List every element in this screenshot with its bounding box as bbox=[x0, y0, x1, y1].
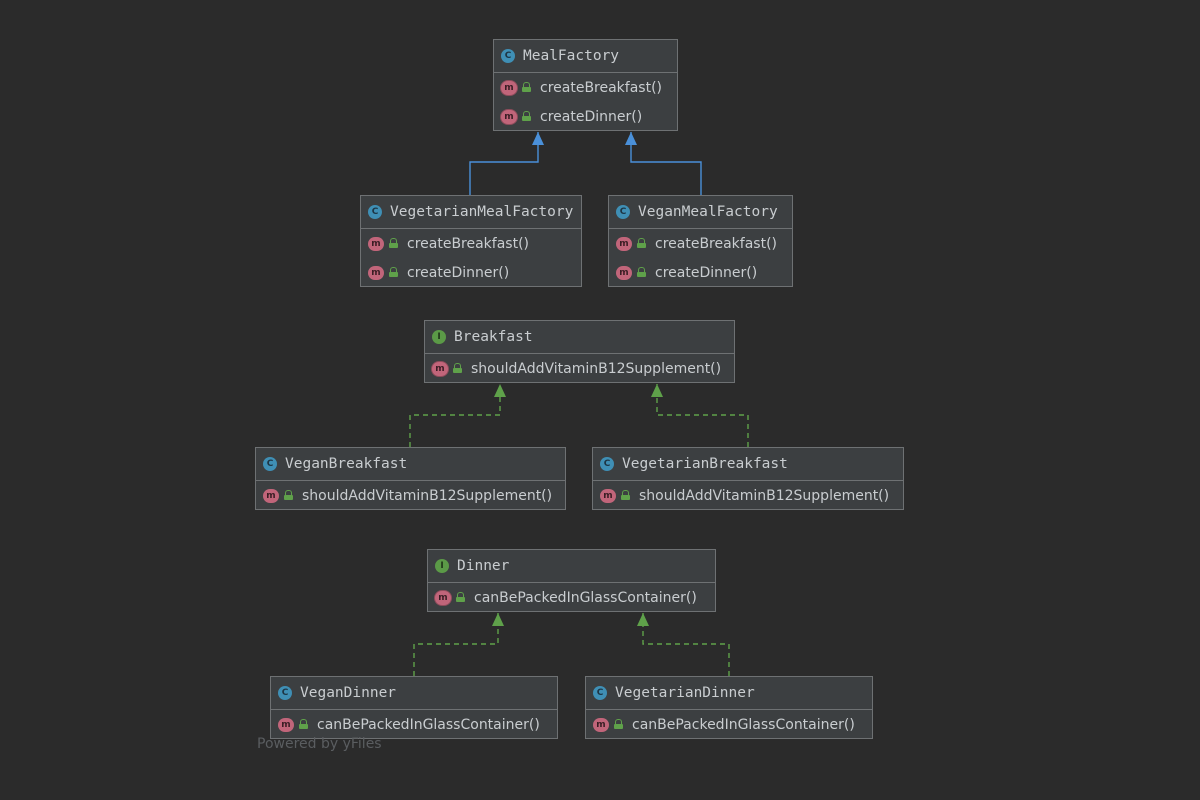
method-name: shouldAddVitaminB12Supplement() bbox=[471, 360, 722, 377]
class-icon: C bbox=[593, 686, 607, 700]
method-row[interactable]: m createBreakfast() bbox=[361, 229, 581, 258]
class-node-vegan-dinner[interactable]: C VeganDinner m canBePackedInGlassContai… bbox=[270, 676, 558, 739]
public-visibility-icon bbox=[522, 110, 531, 121]
class-icon: C bbox=[600, 457, 614, 471]
interface-name: Breakfast bbox=[454, 329, 533, 345]
method-row[interactable]: m createDinner() bbox=[361, 258, 581, 287]
class-node-vegetarian-breakfast[interactable]: C VegetarianBreakfast m shouldAddVitamin… bbox=[592, 447, 904, 510]
node-header: I Dinner bbox=[428, 550, 715, 583]
class-name: VegetarianMealFactory bbox=[390, 204, 574, 220]
class-name: VegetarianBreakfast bbox=[622, 456, 788, 472]
implements-edge-line bbox=[642, 613, 730, 676]
implements-arrowhead bbox=[492, 613, 504, 626]
node-header: C MealFactory bbox=[494, 40, 677, 73]
class-name: VegetarianDinner bbox=[615, 685, 755, 701]
method-row[interactable]: m shouldAddVitaminB12Supplement() bbox=[425, 354, 734, 383]
public-visibility-icon bbox=[389, 266, 398, 277]
public-visibility-icon bbox=[389, 237, 398, 248]
class-name: VeganMealFactory bbox=[638, 204, 778, 220]
method-row[interactable]: m canBePackedInGlassContainer() bbox=[428, 583, 715, 612]
method-row[interactable]: m shouldAddVitaminB12Supplement() bbox=[593, 481, 903, 510]
class-icon: C bbox=[368, 205, 382, 219]
class-icon: C bbox=[263, 457, 277, 471]
method-row[interactable]: m canBePackedInGlassContainer() bbox=[586, 710, 872, 739]
method-name: createBreakfast() bbox=[540, 79, 663, 96]
extends-arrowhead bbox=[625, 132, 637, 145]
method-name: canBePackedInGlassContainer() bbox=[317, 716, 540, 733]
extends-edge-line bbox=[469, 132, 539, 195]
implements-arrowhead bbox=[637, 613, 649, 626]
class-node-vegan-breakfast[interactable]: C VeganBreakfast m shouldAddVitaminB12Su… bbox=[255, 447, 566, 510]
method-row[interactable]: m createBreakfast() bbox=[494, 73, 677, 102]
public-visibility-icon bbox=[621, 489, 630, 500]
class-node-vegetarian-meal-factory[interactable]: C VegetarianMealFactory m createBreakfas… bbox=[360, 195, 582, 287]
public-visibility-icon bbox=[453, 362, 462, 373]
method-icon: m bbox=[278, 717, 294, 732]
public-visibility-icon bbox=[522, 81, 531, 92]
public-visibility-icon bbox=[614, 718, 623, 729]
method-icon: m bbox=[593, 717, 609, 732]
method-icon: m bbox=[616, 265, 632, 280]
class-node-vegan-meal-factory[interactable]: C VeganMealFactory m createBreakfast() m… bbox=[608, 195, 793, 287]
method-name: createBreakfast() bbox=[407, 235, 530, 252]
node-header: C VegetarianBreakfast bbox=[593, 448, 903, 481]
method-icon: m bbox=[616, 236, 632, 251]
interface-icon: I bbox=[432, 330, 446, 344]
abstract-method-icon: m bbox=[435, 590, 451, 605]
implements-edge-line bbox=[409, 384, 501, 447]
interface-icon: I bbox=[435, 559, 449, 573]
extends-arrowhead bbox=[532, 132, 544, 145]
class-name: MealFactory bbox=[523, 48, 620, 64]
public-visibility-icon bbox=[299, 718, 308, 729]
method-row[interactable]: m createDinner() bbox=[494, 102, 677, 131]
yfiles-watermark: Powered by yFiles bbox=[257, 736, 382, 752]
method-name: createDinner() bbox=[540, 108, 643, 125]
method-row[interactable]: m createDinner() bbox=[609, 258, 792, 287]
class-node-meal-factory[interactable]: C MealFactory m createBreakfast() m crea… bbox=[493, 39, 678, 131]
implements-arrowhead bbox=[494, 384, 506, 397]
method-row[interactable]: m shouldAddVitaminB12Supplement() bbox=[256, 481, 565, 510]
abstract-method-icon: m bbox=[501, 109, 517, 124]
method-icon: m bbox=[368, 236, 384, 251]
implements-arrowhead bbox=[651, 384, 663, 397]
class-name: VeganBreakfast bbox=[285, 456, 408, 472]
abstract-method-icon: m bbox=[432, 361, 448, 376]
node-header: C VeganMealFactory bbox=[609, 196, 792, 229]
method-name: createDinner() bbox=[407, 264, 510, 281]
method-name: shouldAddVitaminB12Supplement() bbox=[302, 487, 553, 504]
public-visibility-icon bbox=[637, 237, 646, 248]
method-name: shouldAddVitaminB12Supplement() bbox=[639, 487, 890, 504]
extends-edge-line bbox=[630, 132, 702, 195]
class-icon: C bbox=[501, 49, 515, 63]
public-visibility-icon bbox=[284, 489, 293, 500]
class-icon: C bbox=[616, 205, 630, 219]
method-name: createBreakfast() bbox=[655, 235, 778, 252]
interface-name: Dinner bbox=[457, 558, 510, 574]
abstract-method-icon: m bbox=[501, 80, 517, 95]
interface-node-breakfast[interactable]: I Breakfast m shouldAddVitaminB12Supplem… bbox=[424, 320, 735, 383]
implements-edge-line bbox=[656, 384, 749, 447]
method-name: canBePackedInGlassContainer() bbox=[474, 589, 697, 606]
method-icon: m bbox=[368, 265, 384, 280]
interface-node-dinner[interactable]: I Dinner m canBePackedInGlassContainer() bbox=[427, 549, 716, 612]
method-row[interactable]: m canBePackedInGlassContainer() bbox=[271, 710, 557, 739]
public-visibility-icon bbox=[637, 266, 646, 277]
method-icon: m bbox=[600, 488, 616, 503]
node-header: C VegetarianDinner bbox=[586, 677, 872, 710]
node-header: C VegetarianMealFactory bbox=[361, 196, 581, 229]
node-header: I Breakfast bbox=[425, 321, 734, 354]
node-header: C VeganDinner bbox=[271, 677, 557, 710]
method-name: canBePackedInGlassContainer() bbox=[632, 716, 855, 733]
public-visibility-icon bbox=[456, 591, 465, 602]
class-icon: C bbox=[278, 686, 292, 700]
class-node-vegetarian-dinner[interactable]: C VegetarianDinner m canBePackedInGlassC… bbox=[585, 676, 873, 739]
method-row[interactable]: m createBreakfast() bbox=[609, 229, 792, 258]
method-name: createDinner() bbox=[655, 264, 758, 281]
implements-edge-line bbox=[413, 613, 499, 676]
method-icon: m bbox=[263, 488, 279, 503]
class-name: VeganDinner bbox=[300, 685, 397, 701]
node-header: C VeganBreakfast bbox=[256, 448, 565, 481]
